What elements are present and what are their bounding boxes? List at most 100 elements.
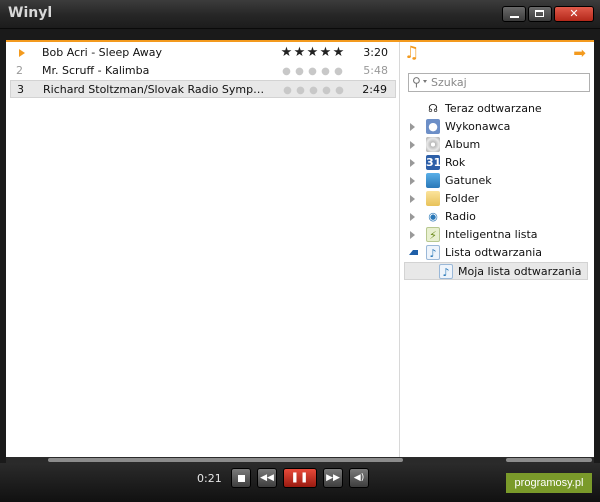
library-panel: ♫ ➡ ⚲ ☊ Teraz odtwarzane ● Wykonawca Alb… bbox=[400, 42, 594, 458]
now-playing-icon bbox=[19, 49, 25, 57]
volume-handle[interactable] bbox=[506, 458, 592, 462]
app-title: Winyl bbox=[8, 5, 53, 21]
track-duration: 3:20 bbox=[363, 46, 388, 59]
library-header: ♫ ➡ bbox=[400, 42, 594, 66]
elapsed-time: 0:21 bbox=[197, 472, 222, 485]
empty-star-icon[interactable]: ● bbox=[320, 82, 333, 100]
empty-star-icon[interactable]: ● bbox=[294, 82, 307, 100]
tree-item-genre[interactable]: Gatunek bbox=[404, 172, 588, 190]
empty-star-icon[interactable]: ● bbox=[280, 63, 293, 81]
track-duration: 2:49 bbox=[362, 83, 387, 96]
track-row[interactable]: 2 Mr. Scruff - Kalimba ● ● ● ● ● 5:48 bbox=[10, 62, 396, 80]
tree-item-folder[interactable]: Folder bbox=[404, 190, 588, 208]
playlist-icon: ♪ bbox=[426, 245, 440, 260]
expand-icon[interactable] bbox=[410, 195, 415, 203]
expand-icon[interactable] bbox=[410, 213, 415, 221]
title-bar: Winyl ✕ bbox=[0, 0, 600, 29]
tree-item-album[interactable]: Album bbox=[404, 136, 588, 154]
tree-item-label: Teraz odtwarzane bbox=[445, 102, 542, 115]
search-input[interactable] bbox=[431, 74, 581, 91]
tree-item-now-playing[interactable]: ☊ Teraz odtwarzane bbox=[404, 100, 588, 118]
tree-item-my-playlist[interactable]: ♪ Moja lista odtwarzania bbox=[404, 262, 588, 280]
track-title: Richard Stoltzman/Slovak Radio Symphony … bbox=[43, 83, 269, 96]
track-row[interactable]: Bob Acri - Sleep Away ★★★★★ 3:20 bbox=[10, 44, 396, 62]
pause-button[interactable]: ❚❚ bbox=[283, 468, 317, 488]
next-button[interactable]: ▶▶ bbox=[323, 468, 343, 488]
search-box[interactable]: ⚲ bbox=[408, 73, 590, 92]
track-rating[interactable]: ★★★★★ bbox=[280, 44, 352, 62]
playlist-icon: ♪ bbox=[439, 264, 453, 279]
empty-star-icon[interactable]: ● bbox=[307, 82, 320, 100]
maximize-button[interactable] bbox=[528, 6, 552, 22]
empty-star-icon[interactable]: ● bbox=[293, 63, 306, 81]
expand-icon[interactable] bbox=[410, 159, 415, 167]
music-note-icon: ♫ bbox=[404, 43, 420, 63]
tree-item-label: Album bbox=[445, 138, 481, 151]
seek-handle[interactable] bbox=[48, 458, 403, 462]
playlist-panel: Bob Acri - Sleep Away ★★★★★ 3:20 2 Mr. S… bbox=[6, 42, 399, 458]
empty-star-icon[interactable]: ● bbox=[319, 63, 332, 81]
track-title: Mr. Scruff - Kalimba bbox=[42, 64, 150, 77]
speaker-icon: ◀) bbox=[353, 473, 365, 483]
track-title: Bob Acri - Sleep Away bbox=[42, 46, 163, 59]
expand-icon[interactable] bbox=[410, 123, 415, 131]
next-icon: ▶▶ bbox=[326, 473, 340, 483]
stop-icon bbox=[238, 475, 245, 482]
close-button[interactable]: ✕ bbox=[554, 6, 594, 22]
tree-item-label: Wykonawca bbox=[445, 120, 511, 133]
calendar-icon: 31 bbox=[426, 155, 442, 170]
track-row[interactable]: 3 Richard Stoltzman/Slovak Radio Symphon… bbox=[10, 80, 396, 98]
pause-icon: ❚❚ bbox=[290, 472, 310, 483]
volume-button[interactable]: ◀) bbox=[349, 468, 369, 488]
empty-star-icon[interactable]: ● bbox=[281, 82, 294, 100]
star-icon[interactable]: ★ bbox=[293, 44, 306, 62]
star-icon[interactable]: ★ bbox=[332, 44, 345, 62]
smart-playlist-icon: ⚡ bbox=[426, 227, 440, 242]
stop-button[interactable] bbox=[231, 468, 251, 488]
star-icon[interactable]: ★ bbox=[319, 44, 332, 62]
minimize-icon bbox=[510, 16, 519, 18]
track-rating[interactable]: ● ● ● ● ● bbox=[281, 81, 353, 100]
tree-item-label: Folder bbox=[445, 192, 479, 205]
genre-icon bbox=[426, 173, 440, 188]
previous-button[interactable]: ◀◀ bbox=[257, 468, 277, 488]
minimize-button[interactable] bbox=[502, 6, 526, 22]
chevron-down-icon[interactable] bbox=[423, 80, 427, 83]
close-icon: ✕ bbox=[569, 7, 579, 20]
tree-item-label: Moja lista odtwarzania bbox=[458, 265, 582, 278]
expand-icon[interactable] bbox=[410, 231, 415, 239]
search-icon[interactable]: ⚲ bbox=[412, 75, 421, 90]
tree-item-label: Inteligentna lista bbox=[445, 228, 538, 241]
arrow-right-icon[interactable]: ➡ bbox=[573, 45, 586, 62]
expand-icon[interactable] bbox=[410, 177, 415, 185]
tree-item-label: Gatunek bbox=[445, 174, 492, 187]
tree-item-label: Lista odtwarzania bbox=[445, 246, 543, 259]
window-controls: ✕ bbox=[502, 6, 594, 22]
track-number: 3 bbox=[17, 83, 24, 96]
maximize-icon bbox=[535, 10, 544, 17]
brand-badge: programosy.pl bbox=[506, 473, 592, 493]
track-number: 2 bbox=[16, 64, 23, 77]
artist-icon: ● bbox=[426, 119, 440, 134]
headphones-icon: ☊ bbox=[428, 102, 438, 115]
star-icon[interactable]: ★ bbox=[280, 44, 293, 62]
empty-star-icon[interactable]: ● bbox=[332, 63, 345, 81]
folder-icon bbox=[426, 191, 440, 206]
empty-star-icon[interactable]: ● bbox=[306, 63, 319, 81]
track-rating[interactable]: ● ● ● ● ● bbox=[280, 62, 352, 81]
tree-item-artist[interactable]: ● Wykonawca bbox=[404, 118, 588, 136]
tree-item-year[interactable]: 31 Rok bbox=[404, 154, 588, 172]
empty-star-icon[interactable]: ● bbox=[333, 82, 346, 100]
track-duration: 5:48 bbox=[363, 64, 388, 77]
star-icon[interactable]: ★ bbox=[306, 44, 319, 62]
previous-icon: ◀◀ bbox=[260, 473, 274, 483]
radio-icon: ◉ bbox=[428, 210, 438, 223]
expand-icon[interactable] bbox=[410, 141, 415, 149]
tree-item-smart-playlist[interactable]: ⚡ Inteligentna lista bbox=[404, 226, 588, 244]
main-content: Bob Acri - Sleep Away ★★★★★ 3:20 2 Mr. S… bbox=[6, 40, 594, 458]
tree-item-label: Rok bbox=[445, 156, 466, 169]
tree-item-radio[interactable]: ◉ Radio bbox=[404, 208, 588, 226]
player-controls: 0:21 ◀◀ ❚❚ ▶▶ ◀) programosy.pl bbox=[0, 463, 600, 502]
tree-item-playlists[interactable]: ♪ Lista odtwarzania bbox=[404, 244, 588, 262]
collapse-icon[interactable] bbox=[409, 250, 418, 255]
